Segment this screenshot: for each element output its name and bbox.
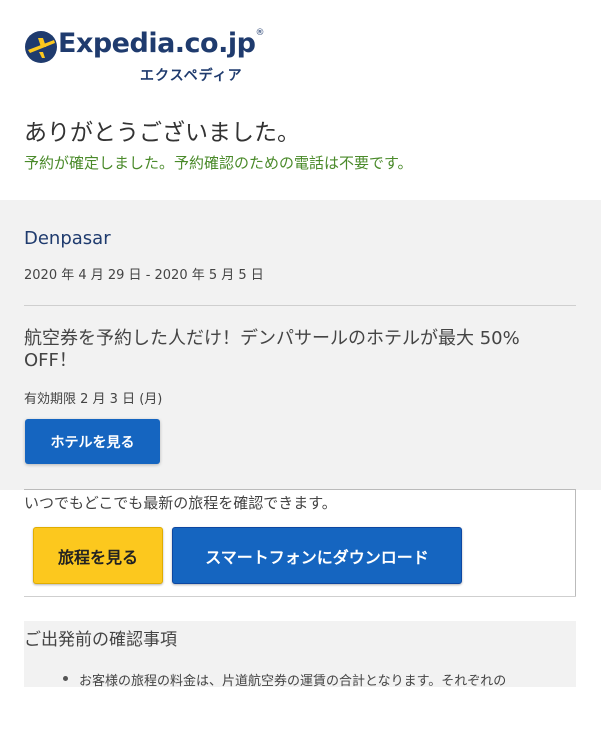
view-hotels-button[interactable]: ホテルを見る: [25, 419, 160, 464]
globe-plane-icon: [25, 31, 57, 63]
logo-subtitle: エクスペディア: [140, 68, 243, 84]
itinerary-section-border-right: [575, 489, 576, 596]
view-itinerary-button[interactable]: 旅程を見る: [33, 527, 163, 584]
thanks-heading: ありがとうございました。: [24, 120, 300, 146]
itinerary-section-border: [24, 489, 576, 490]
list-item: お客様の旅程の料金は、片道航空券の運賃の合計となります。それぞれの: [79, 674, 507, 689]
confirmation-message: 予約が確定しました。予約確認のための電話は不要です。: [24, 154, 413, 172]
divider: [24, 305, 576, 306]
bullet-icon: [63, 676, 68, 681]
destination-name: Denpasar: [24, 228, 111, 249]
promo-expiry: 有効期限 2 月 3 日 (月): [24, 392, 163, 407]
download-to-phone-button[interactable]: スマートフォンにダウンロード: [172, 527, 462, 584]
pre-departure-title: ご出発前の確認事項: [24, 630, 177, 650]
trip-dates: 2020 年 4 月 29 日 - 2020 年 5 月 5 日: [24, 268, 264, 283]
hotel-promo-text: 航空券を予約した人だけ！デンパサールのホテルが最大 50% OFF！: [24, 328, 520, 371]
logo-wordmark: Expedia.co.jp®: [58, 28, 264, 59]
itinerary-note: いつでもどこでも最新の旅程を確認できます。: [24, 494, 337, 512]
divider: [24, 596, 576, 597]
